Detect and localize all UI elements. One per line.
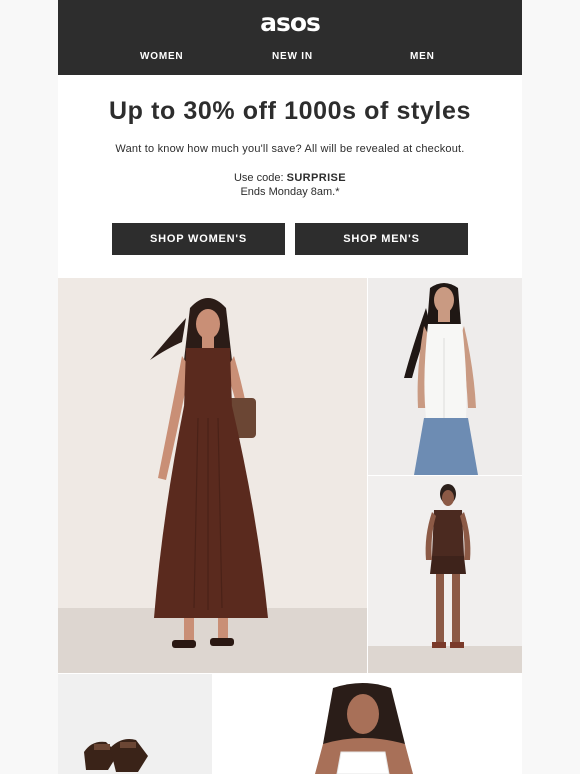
nav-link-women[interactable]: WOMEN bbox=[140, 50, 183, 64]
model-brown-maxi-dress-photo[interactable] bbox=[58, 278, 367, 673]
white-tank-illustration bbox=[315, 683, 413, 774]
nav-link-new-in[interactable]: NEW IN bbox=[272, 50, 313, 64]
waistcoat-illustration bbox=[368, 484, 522, 673]
promo-headline: Up to 30% off 1000s of styles bbox=[109, 97, 471, 125]
email-body: asos WOMEN NEW IN MEN Up to 30% off 1000… bbox=[58, 0, 522, 774]
shop-womens-button[interactable]: SHOP WOMEN'S bbox=[112, 223, 285, 255]
product-image-grid bbox=[58, 278, 522, 774]
promo-section: Up to 30% off 1000s of styles Want to kn… bbox=[58, 75, 522, 278]
white-top-illustration bbox=[404, 283, 478, 475]
main-nav: WOMEN NEW IN MEN bbox=[58, 50, 522, 64]
model-white-tank-photo[interactable] bbox=[213, 674, 522, 774]
promo-code-line: Use code: SURPRISE bbox=[58, 172, 522, 184]
header-bar: asos WOMEN NEW IN MEN bbox=[58, 0, 522, 75]
promo-code-prefix: Use code: bbox=[233, 172, 287, 184]
model-brown-waistcoat-shorts-photo[interactable] bbox=[368, 476, 522, 673]
nav-link-men[interactable]: MEN bbox=[410, 50, 435, 64]
promo-ends-text: Ends Monday 8am.* bbox=[240, 186, 340, 198]
model-white-top-jeans-photo[interactable] bbox=[368, 278, 522, 475]
sandals-illustration bbox=[84, 739, 148, 772]
shop-mens-button[interactable]: SHOP MEN'S bbox=[295, 223, 468, 255]
brown-dress-illustration bbox=[58, 298, 367, 673]
brown-sandals-photo[interactable] bbox=[58, 674, 212, 774]
promo-subtext: Want to know how much you'll save? All w… bbox=[115, 143, 465, 155]
asos-logo[interactable]: asos bbox=[58, 9, 522, 37]
promo-code: SURPRISE bbox=[286, 172, 347, 184]
